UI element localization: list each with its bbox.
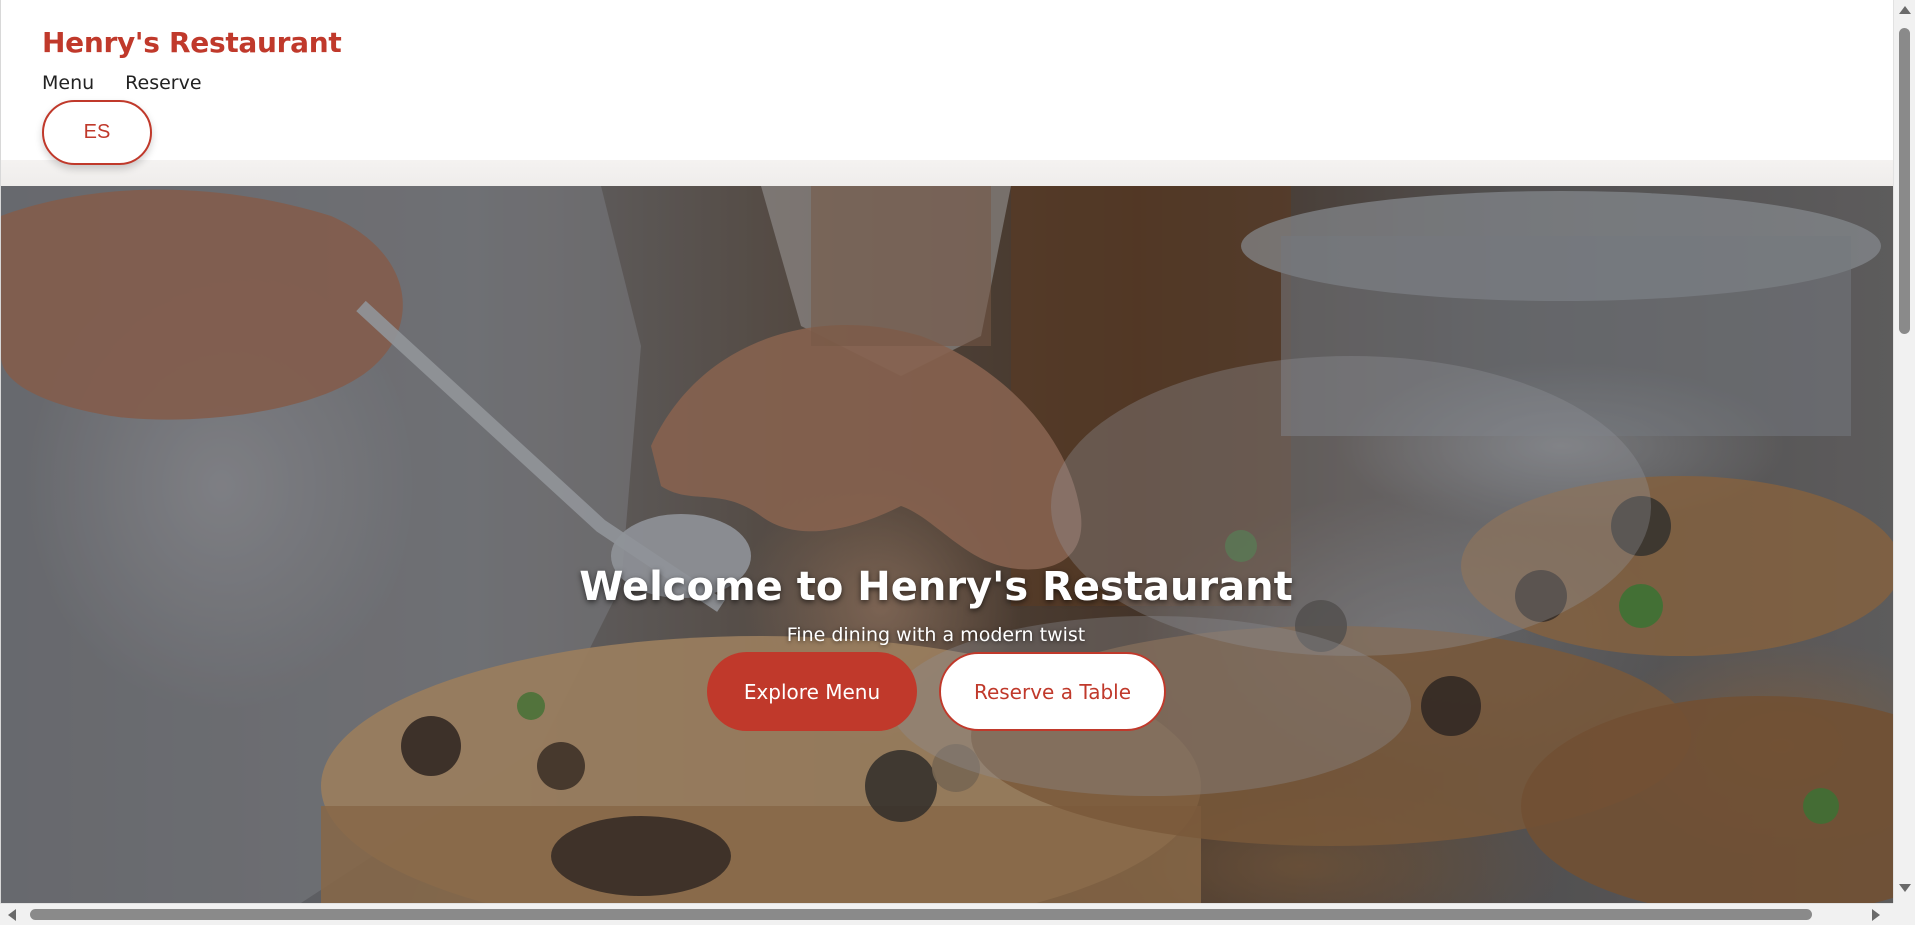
hero-title: Welcome to Henry's Restaurant	[579, 564, 1293, 610]
arrow-right-icon[interactable]	[1872, 909, 1880, 921]
arrow-up-icon[interactable]	[1899, 6, 1911, 14]
arrow-left-icon[interactable]	[8, 909, 16, 921]
hero-content: Welcome to Henry's Restaurant Fine dinin…	[1, 186, 1893, 903]
horizontal-scrollbar[interactable]	[0, 903, 1893, 925]
main-nav: Menu Reserve	[42, 72, 202, 94]
arrow-down-icon[interactable]	[1899, 884, 1911, 892]
horizontal-scroll-thumb[interactable]	[30, 909, 1812, 920]
nav-link-menu[interactable]: Menu	[42, 72, 94, 94]
brand-logo[interactable]: Henry's Restaurant	[42, 26, 342, 59]
scrollbar-corner	[1893, 903, 1915, 925]
page-viewport: Henry's Restaurant Menu Reserve ES Welco…	[0, 0, 1893, 903]
hero-subtitle: Fine dining with a modern twist	[786, 624, 1086, 646]
explore-menu-button[interactable]: Explore Menu	[707, 652, 917, 731]
header-divider	[1, 160, 1893, 186]
language-toggle-button[interactable]: ES	[42, 100, 152, 165]
vertical-scrollbar[interactable]	[1893, 0, 1915, 903]
vertical-scroll-thumb[interactable]	[1899, 28, 1910, 334]
nav-link-reserve[interactable]: Reserve	[125, 72, 201, 94]
hero-section: Welcome to Henry's Restaurant Fine dinin…	[1, 186, 1893, 903]
reserve-table-button[interactable]: Reserve a Table	[939, 652, 1166, 731]
site-header: Henry's Restaurant Menu Reserve	[1, 0, 1893, 160]
